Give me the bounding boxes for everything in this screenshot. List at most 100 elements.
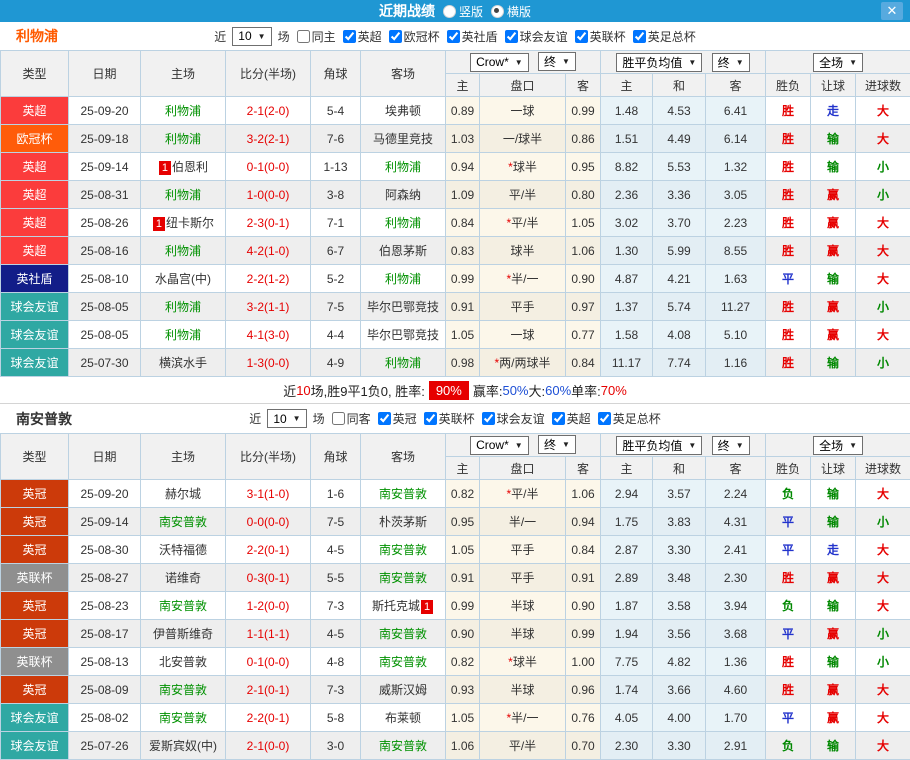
league-checkbox[interactable]: [389, 30, 402, 43]
near-count-select[interactable]: 10▼: [267, 409, 306, 428]
games-label: 场: [313, 410, 325, 427]
team-name-text: 利物浦: [165, 132, 201, 146]
horizontal-layout-label[interactable]: 横版: [507, 3, 531, 20]
handicap: 平/半: [480, 181, 566, 209]
col-header-corner: 角球: [311, 434, 361, 480]
close-icon[interactable]: ✕: [881, 2, 903, 20]
team-name-text: 南安普敦: [379, 655, 427, 669]
horizontal-layout-radio[interactable]: [491, 5, 504, 18]
corners: 7-5: [311, 293, 361, 321]
same-venue-filter: 同主: [293, 28, 336, 45]
same-venue-checkbox[interactable]: [297, 30, 310, 43]
subcol-home-odds: 主: [446, 74, 480, 97]
odds-home: 0.82: [446, 480, 480, 508]
avg-away: 3.05: [706, 181, 766, 209]
league-checkbox[interactable]: [575, 30, 588, 43]
result-outcome: 平: [766, 620, 811, 648]
league-badge: 英冠: [1, 620, 69, 648]
handicap: *球半: [480, 153, 566, 181]
avg-draw: 4.53: [653, 97, 706, 125]
league-checkbox[interactable]: [447, 30, 460, 43]
score: 2-2(1-2): [226, 265, 311, 293]
avg-away: 1.32: [706, 153, 766, 181]
final-avg-select[interactable]: 终▼: [712, 53, 750, 72]
odds-company-select[interactable]: Crow*▼: [470, 53, 529, 72]
result-outcome: 平: [766, 265, 811, 293]
handicap: 半/一: [480, 508, 566, 536]
score: 1-2(0-0): [226, 592, 311, 620]
home-team: 利物浦: [141, 293, 226, 321]
games-label: 场: [278, 28, 290, 45]
avg-odds-select[interactable]: 胜平负均值▼: [616, 53, 702, 72]
team-name-text: 利物浦: [165, 188, 201, 202]
vertical-layout-radio[interactable]: [443, 5, 456, 18]
same-venue-label: 同客: [347, 410, 371, 427]
home-team: 利物浦: [141, 181, 226, 209]
rank-badge: 1: [153, 217, 165, 231]
odds-company-select[interactable]: Crow*▼: [470, 436, 529, 455]
goals-outcome: 小: [856, 181, 910, 209]
table-row: 英社盾25-08-10水晶宫(中)2-2(1-2)5-2利物浦0.99*半/一0…: [1, 265, 910, 293]
corners: 5-8: [311, 704, 361, 732]
league-checkbox[interactable]: [343, 30, 356, 43]
goals-outcome: 小: [856, 508, 910, 536]
avg-odds-select[interactable]: 胜平负均值▼: [616, 436, 702, 455]
near-count-select[interactable]: 10▼: [232, 27, 271, 46]
league-badge: 英冠: [1, 508, 69, 536]
goals-outcome: 大: [856, 125, 910, 153]
league-badge: 球会友谊: [1, 349, 69, 377]
team-name: 南安普敦: [16, 409, 72, 429]
league-filter-label: 英冠: [393, 410, 417, 427]
league-checkbox[interactable]: [378, 412, 391, 425]
avg-draw: 3.83: [653, 508, 706, 536]
handicap-outcome: 赢: [811, 676, 856, 704]
away-team: 南安普敦: [361, 620, 446, 648]
league-filter: 英足总杯: [594, 410, 661, 427]
league-filter-label: 欧冠杯: [404, 28, 440, 45]
away-team: 南安普敦: [361, 536, 446, 564]
league-checkbox[interactable]: [482, 412, 495, 425]
handicap-outcome: 赢: [811, 620, 856, 648]
fullmatch-header-group: 全场▼: [766, 51, 910, 74]
same-venue-checkbox[interactable]: [332, 412, 345, 425]
team-name-text: 利物浦: [165, 300, 201, 314]
league-checkbox[interactable]: [505, 30, 518, 43]
fullmatch-select[interactable]: 全场▼: [813, 53, 863, 72]
corners: 4-8: [311, 648, 361, 676]
result-outcome: 平: [766, 704, 811, 732]
league-badge: 英超: [1, 97, 69, 125]
league-checkbox[interactable]: [552, 412, 565, 425]
chevron-down-icon: ▼: [258, 32, 266, 41]
corners: 1-13: [311, 153, 361, 181]
league-badge: 球会友谊: [1, 321, 69, 349]
avg-away: 6.41: [706, 97, 766, 125]
fullmatch-select[interactable]: 全场▼: [813, 436, 863, 455]
league-filter-label: 英社盾: [462, 28, 498, 45]
league-checkbox[interactable]: [633, 30, 646, 43]
avg-draw: 3.70: [653, 209, 706, 237]
home-team: 1伯恩利: [141, 153, 226, 181]
odds-home: 1.05: [446, 321, 480, 349]
col-header-corner: 角球: [311, 51, 361, 97]
final-odds-select[interactable]: 终▼: [538, 435, 576, 454]
away-team: 南安普敦: [361, 648, 446, 676]
avg-home: 7.75: [601, 648, 653, 676]
home-team: 沃特福德: [141, 536, 226, 564]
final-avg-select[interactable]: 终▼: [712, 436, 750, 455]
table-row: 英超25-08-16利物浦4-2(1-0)6-7伯恩茅斯0.83球半1.061.…: [1, 237, 910, 265]
avg-away: 2.30: [706, 564, 766, 592]
handicap: 平手: [480, 564, 566, 592]
match-date: 25-08-31: [69, 181, 141, 209]
table-row: 英联杯25-08-27诺维奇0-3(0-1)5-5南安普敦0.91平手0.912…: [1, 564, 910, 592]
odds-home: 0.94: [446, 153, 480, 181]
league-checkbox[interactable]: [598, 412, 611, 425]
results-table: 类型 日期 主场 比分(半场) 角球 客场 Crow*▼ 终▼ 胜平负均值▼ 终…: [0, 50, 910, 377]
final-odds-select[interactable]: 终▼: [538, 52, 576, 71]
handicap-outcome: 输: [811, 153, 856, 181]
league-checkbox[interactable]: [424, 412, 437, 425]
odds-home: 0.98: [446, 349, 480, 377]
vertical-layout-label[interactable]: 竖版: [459, 3, 483, 20]
odds-away: 0.99: [566, 620, 601, 648]
match-date: 25-08-17: [69, 620, 141, 648]
result-outcome: 胜: [766, 648, 811, 676]
